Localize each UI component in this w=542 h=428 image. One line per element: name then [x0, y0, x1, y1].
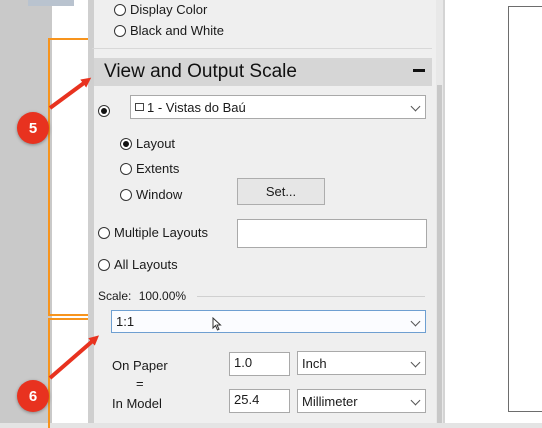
arrow-5-icon: [48, 77, 92, 110]
arrow-6-icon: [48, 335, 100, 380]
annotation-badge-5: 5: [17, 112, 49, 144]
annotation-badge-6: 6: [17, 380, 49, 412]
annotation-arrows: [48, 77, 100, 380]
